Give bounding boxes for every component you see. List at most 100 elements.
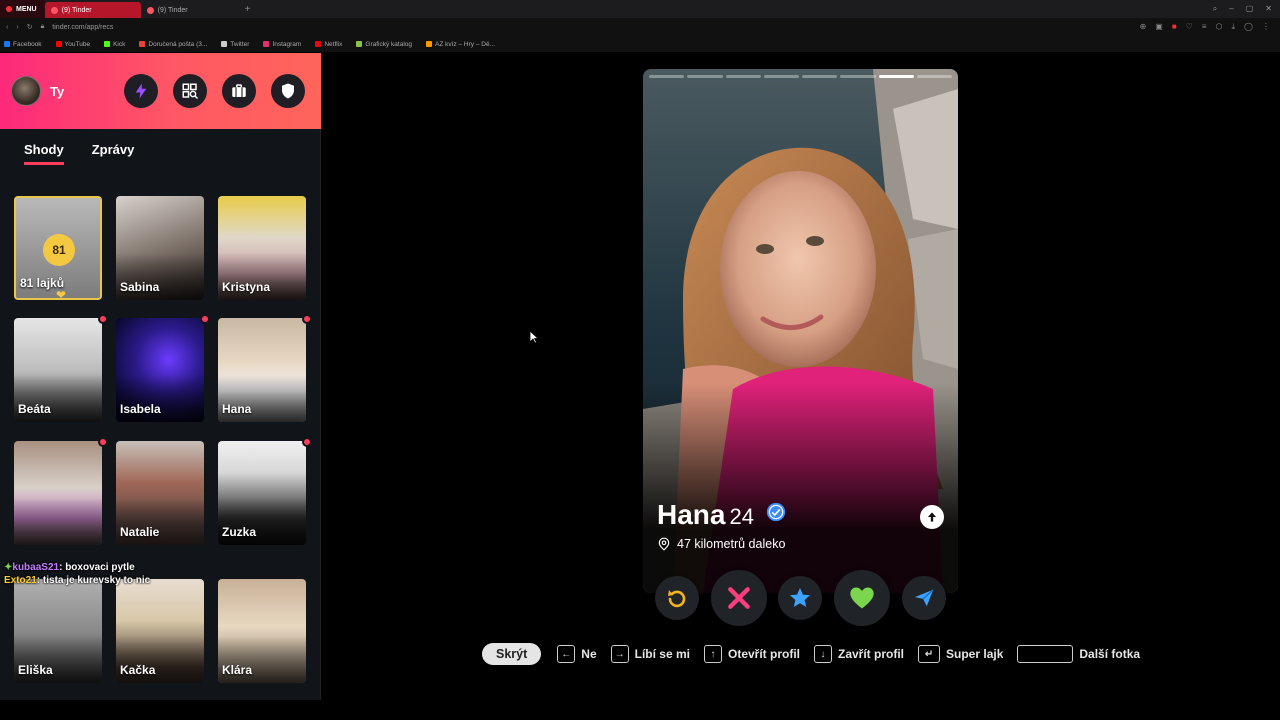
netflix-icon <box>315 41 322 47</box>
photo-progress-segment[interactable] <box>916 75 952 78</box>
match-card[interactable]: Kristyna <box>218 196 306 300</box>
briefcase-icon <box>232 84 246 97</box>
match-name: Natalie <box>120 525 160 539</box>
close-icon[interactable]: ✕ <box>1265 4 1272 14</box>
likes-card[interactable]: 81 81 lajků ❤ <box>14 196 102 300</box>
profile-card[interactable]: Hana 24 47 kilometrů daleko <box>643 69 958 593</box>
chat-line: ✦kubaaS21: boxovaci pytle <box>4 561 150 574</box>
snapshot-icon[interactable]: ▣ <box>1155 22 1163 32</box>
down-arrow-key-icon: ↓ <box>814 645 832 663</box>
boost-send-button[interactable] <box>902 576 946 620</box>
super-like-button[interactable] <box>778 576 822 620</box>
chat-user: kubaaS21 <box>12 562 60 573</box>
match-card[interactable] <box>14 437 108 545</box>
bookmark-kick[interactable]: Kick <box>104 41 125 48</box>
match-name: Eliška <box>18 663 53 677</box>
photo-progress-segment-current[interactable] <box>878 75 914 78</box>
safety-button[interactable] <box>271 74 305 108</box>
shortcut-label: Ne <box>581 647 597 661</box>
explore-button[interactable] <box>173 74 207 108</box>
tab-matches[interactable]: Shody <box>24 142 64 165</box>
match-card[interactable]: Isabela <box>116 314 210 422</box>
url-field[interactable]: tinder.com/app/recs <box>52 24 113 31</box>
shortcut-close-profile: ↓ Zavřít profil <box>814 645 904 663</box>
avatar[interactable] <box>11 76 41 106</box>
bookmark-az-kviz[interactable]: AZ kvíz – Hry – Dě... <box>426 41 495 48</box>
card-shade <box>14 498 102 545</box>
bookmark-label: Netflix <box>324 40 343 48</box>
extensions-icon[interactable]: ⬡ <box>1216 22 1223 32</box>
paper-plane-icon <box>914 589 934 607</box>
bookmarks-bar: Facebook YouTube Kick Doručená pošta (3.… <box>0 36 1280 52</box>
match-card[interactable]: Eliška <box>14 579 102 683</box>
hide-shortcuts-button[interactable]: Skrýt <box>482 643 542 665</box>
sidebar-header: Ty <box>0 53 321 129</box>
left-arrow-key-icon: ← <box>557 645 576 663</box>
match-name: Kačka <box>120 663 156 677</box>
bookmark-catalog[interactable]: Grafický katalog <box>356 41 412 48</box>
sidebar-tabs: Shody Zprávy <box>24 142 134 165</box>
boost-button[interactable] <box>124 74 158 108</box>
search-tabs-icon[interactable]: ⌕ <box>1213 4 1217 14</box>
match-card[interactable]: Kačka <box>116 579 204 683</box>
match-card[interactable]: Zuzka <box>218 437 312 545</box>
enter-key-icon: ↵ <box>918 645 941 663</box>
bookmark-label: Twitter <box>230 40 250 48</box>
nope-button[interactable] <box>711 570 767 626</box>
photo-progress-segment[interactable] <box>840 75 876 78</box>
bookmark-facebook[interactable]: Facebook <box>4 41 42 48</box>
like-button[interactable] <box>834 570 890 626</box>
verified-badge-icon <box>766 502 785 522</box>
kick-icon <box>104 41 111 47</box>
match-name: Isabela <box>120 402 161 416</box>
download-icon[interactable]: ⤓ <box>1232 22 1236 32</box>
back-icon[interactable]: ‹ <box>6 24 8 31</box>
swipe-actions <box>653 570 948 626</box>
photo-progress-segment[interactable] <box>763 75 799 78</box>
bookmark-instagram[interactable]: Instagram <box>263 41 301 48</box>
zoom-icon[interactable]: ⊕ <box>1140 22 1147 32</box>
open-profile-button[interactable] <box>920 505 944 529</box>
match-card[interactable]: Sabina <box>116 196 204 300</box>
address-bar-tools: ⊕ ▣ ■ ♡ ≡ ⬡ ⤓ ◯ ⋮ <box>1140 22 1280 32</box>
shortcut-like: → Líbí se mi <box>610 645 690 663</box>
match-card[interactable]: Hana <box>218 314 312 422</box>
match-card[interactable]: Klára <box>218 579 306 683</box>
bookmark-gmail[interactable]: Doručená pošta (3... <box>139 41 207 48</box>
new-tab-icon[interactable]: + <box>237 4 259 15</box>
browser-menu-button[interactable]: MENU <box>0 0 45 18</box>
tinder-favicon-icon <box>146 6 154 14</box>
bookmark-youtube[interactable]: YouTube <box>55 41 90 48</box>
photo-progress-segment[interactable] <box>725 75 761 78</box>
rewind-button[interactable] <box>655 576 699 620</box>
match-card[interactable]: Beáta <box>14 314 108 422</box>
work-mode-button[interactable] <box>222 74 256 108</box>
bookmark-netflix[interactable]: Netflix <box>315 41 342 48</box>
minimize-icon[interactable]: – <box>1229 4 1233 14</box>
shortcut-nope: ← Ne <box>557 645 597 663</box>
bookmark-twitter[interactable]: Twitter <box>221 41 249 48</box>
photo-progress-segment[interactable] <box>802 75 838 78</box>
user-name[interactable]: Ty <box>50 84 64 99</box>
heart-icon[interactable]: ♡ <box>1186 22 1193 32</box>
browser-menu-label: MENU <box>16 5 37 13</box>
more-icon[interactable]: ⋮ <box>1262 22 1270 32</box>
gold-heart-icon: ❤ <box>56 288 67 300</box>
chat-text: : boxovaci pytle <box>59 562 135 573</box>
tab-messages[interactable]: Zprávy <box>92 142 135 165</box>
x-icon <box>728 587 750 609</box>
menu-icon[interactable]: ≡ <box>1202 22 1207 32</box>
match-name: Zuzka <box>222 525 257 539</box>
browser-tab-2[interactable]: (9) Tinder <box>141 2 237 18</box>
photo-progress-segment[interactable] <box>687 75 723 78</box>
forward-icon[interactable]: › <box>16 24 18 31</box>
match-card[interactable]: Natalie <box>116 441 204 545</box>
photo-progress-segment[interactable] <box>649 75 685 78</box>
account-icon[interactable]: ◯ <box>1244 22 1253 32</box>
shield-icon[interactable]: ■ <box>1172 22 1177 32</box>
maximize-icon[interactable]: ▢ <box>1246 4 1254 14</box>
reload-icon[interactable]: ↻ <box>27 23 33 31</box>
browser-tab-1[interactable]: (9) Tinder <box>44 2 141 18</box>
browser-address-bar: ‹ › ↻ 🔒︎ tinder.com/app/recs ⊕ ▣ ■ ♡ ≡ ⬡… <box>0 18 1280 36</box>
new-match-dot <box>200 314 210 324</box>
